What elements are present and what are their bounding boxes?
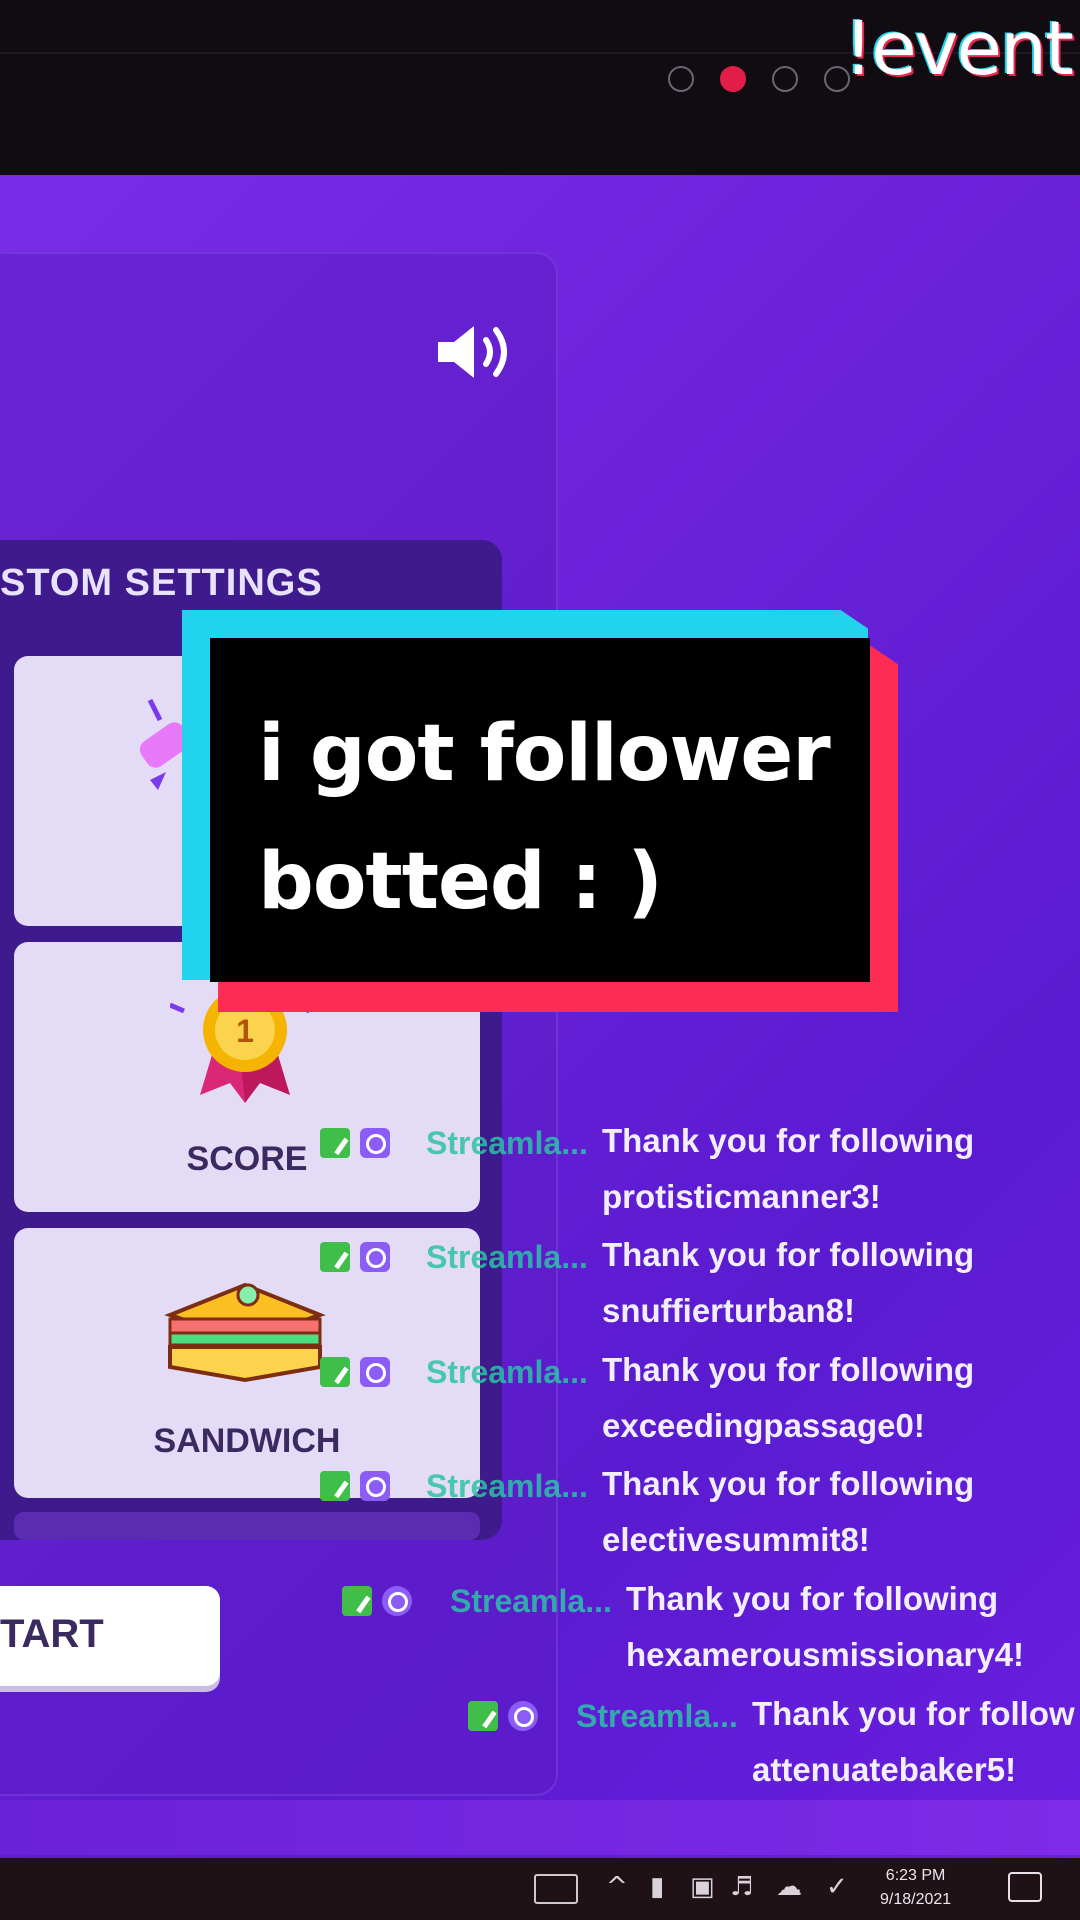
chat-follower: hexamerousmissionary4!	[626, 1636, 1025, 1673]
edit-badge-icon	[320, 1357, 350, 1387]
verified-badge-icon	[382, 1586, 412, 1616]
clock-date: 9/18/2021	[880, 1891, 952, 1908]
sandwich-icon	[164, 1282, 326, 1383]
pencil-icon	[139, 698, 190, 790]
chat-username: Streamla...	[426, 1468, 588, 1504]
chevron-up-icon[interactable]: ^	[606, 1872, 628, 1902]
chat-follower: exceedingpassage0!	[602, 1407, 925, 1444]
edit-badge-icon	[468, 1701, 498, 1731]
chat-text: Thank you for following	[602, 1122, 975, 1159]
chat-username: Streamla...	[426, 1125, 588, 1161]
chat-username: Streamla...	[450, 1583, 612, 1619]
toolbar-icons	[668, 66, 850, 92]
edit-badge-icon	[342, 1586, 372, 1616]
chat-username: Streamla...	[426, 1239, 588, 1275]
chat-follower: snuffierturban8!	[602, 1292, 856, 1329]
camera-icon[interactable]	[668, 66, 694, 92]
verified-badge-icon	[360, 1471, 390, 1501]
verified-badge-icon	[360, 1242, 390, 1272]
caption-line-2: botted : )	[258, 837, 663, 927]
settings-title: STOM SETTINGS	[0, 562, 323, 604]
play-icon[interactable]	[772, 66, 798, 92]
chat-username: Streamla...	[426, 1354, 588, 1390]
chat-text: Thank you for following	[602, 1351, 975, 1388]
clock-time: 6:23 PM	[885, 1867, 946, 1884]
chat-follower: electivesummit8!	[602, 1521, 870, 1558]
notification-icon[interactable]	[1008, 1872, 1042, 1902]
taskbar-clock[interactable]: 6:23 PM 9/18/2021	[880, 1864, 951, 1912]
chat-username: Streamla...	[576, 1698, 738, 1734]
tile-label-score: SCORE	[186, 1140, 308, 1178]
svg-text:1: 1	[236, 1013, 254, 1049]
speaker-tray-icon[interactable]: ♬	[730, 1872, 753, 1902]
edit-badge-icon	[320, 1471, 350, 1501]
tool-icon[interactable]: ✓	[826, 1872, 848, 1902]
chat-text: Thank you for following	[602, 1236, 975, 1273]
caption-line-1: i got follower	[258, 709, 831, 799]
watermark-text: !event	[843, 6, 1074, 92]
verified-badge-icon	[508, 1701, 538, 1731]
edit-badge-icon	[320, 1128, 350, 1158]
volume-icon[interactable]	[436, 322, 520, 382]
tile-label-sandwich: SANDWICH	[153, 1422, 341, 1460]
chat-text: Thank you for follow	[752, 1695, 1075, 1732]
caption-text: i got follower botted : )	[258, 690, 858, 946]
bottom-strip	[0, 1800, 1080, 1855]
verified-badge-icon	[360, 1128, 390, 1158]
chat-follower: protisticmanner3!	[602, 1178, 881, 1215]
keyboard-icon[interactable]	[534, 1874, 578, 1904]
scroll-track[interactable]	[14, 1512, 480, 1540]
microphone-icon[interactable]: ▮	[650, 1872, 664, 1902]
chat-text: Thank you for following	[626, 1580, 999, 1617]
start-button-label: TART	[0, 1612, 104, 1656]
chat-follower: attenuatebaker5!	[752, 1751, 1017, 1788]
record-icon[interactable]	[720, 66, 746, 92]
edit-badge-icon	[320, 1242, 350, 1272]
network-icon[interactable]: ▣	[690, 1872, 715, 1902]
cloud-icon[interactable]: ☁	[776, 1872, 802, 1902]
chat-text: Thank you for following	[602, 1465, 975, 1502]
verified-badge-icon	[360, 1357, 390, 1387]
